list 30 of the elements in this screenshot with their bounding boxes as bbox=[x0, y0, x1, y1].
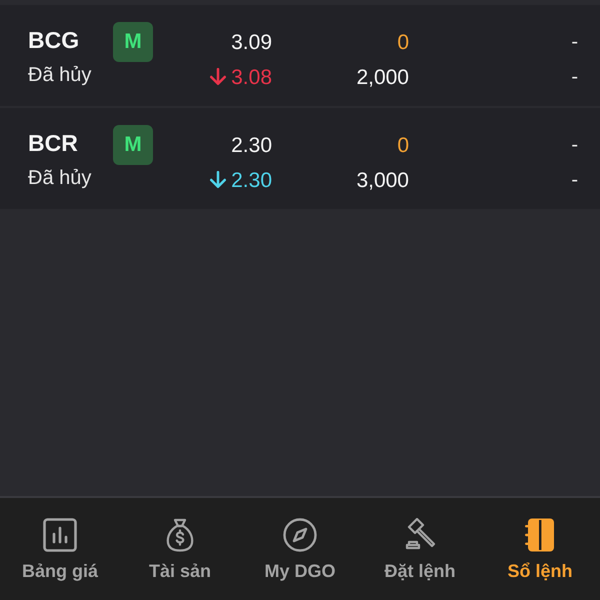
order-status: Đã hủy bbox=[28, 64, 92, 86]
matched-quantity: 0 bbox=[397, 134, 409, 156]
matched-price: 2.30 bbox=[231, 170, 272, 190]
matched-price: 3.08 bbox=[231, 66, 272, 88]
dash-text: - bbox=[571, 67, 578, 87]
stock-symbol: BCR bbox=[28, 130, 78, 156]
dash-text: - bbox=[571, 32, 578, 52]
order-quantity: 2,000 bbox=[356, 66, 409, 88]
nav-tab[interactable]: Đặt lệnh bbox=[360, 498, 480, 600]
nav-tab[interactable]: Tài sản bbox=[120, 498, 240, 600]
order-status: Đã hủy bbox=[28, 167, 92, 189]
compass-icon bbox=[283, 518, 317, 552]
dash-text: - bbox=[571, 135, 578, 155]
order-quantity: 3,000 bbox=[356, 170, 409, 190]
notebook-icon bbox=[525, 518, 555, 552]
order-row[interactable]: BCR M 2.30 0 - Đã hủy 2.30 3,000 - bbox=[0, 108, 600, 209]
order-type-badge: M bbox=[113, 22, 153, 62]
order-price: 3.09 bbox=[231, 32, 272, 52]
gavel-icon bbox=[403, 518, 437, 552]
nav-tab[interactable]: My DGO bbox=[240, 498, 360, 600]
dash-text: - bbox=[571, 170, 578, 190]
order-type-badge: M bbox=[113, 125, 153, 165]
money-bag-icon bbox=[166, 518, 194, 552]
order-row[interactable]: BCG M 3.09 0 - Đã hủy 3.08 2,000 - bbox=[0, 5, 600, 106]
bar-chart-icon bbox=[43, 518, 77, 552]
nav-tab[interactable]: Bảng giá bbox=[0, 498, 120, 600]
order-price: 2.30 bbox=[231, 134, 272, 156]
matched-quantity: 0 bbox=[397, 32, 409, 52]
stock-symbol: BCG bbox=[28, 26, 80, 52]
nav-tab[interactable]: Sổ lệnh bbox=[480, 498, 600, 600]
